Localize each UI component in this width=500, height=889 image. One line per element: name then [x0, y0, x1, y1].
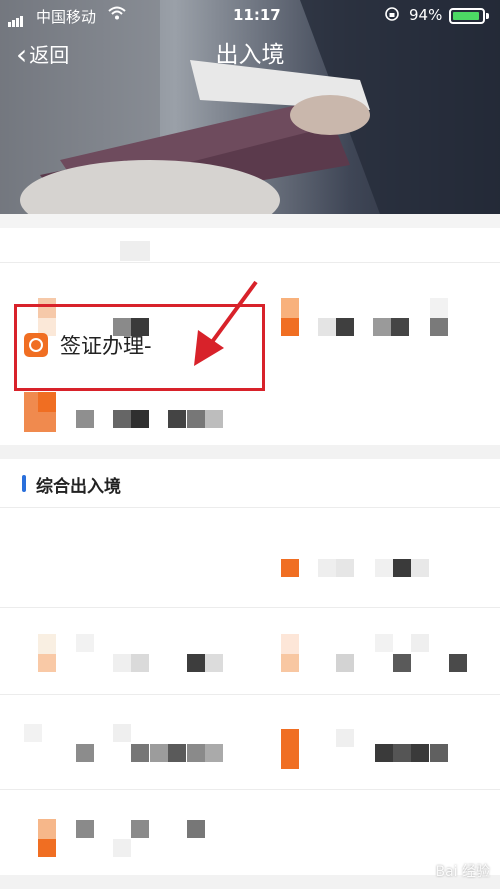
carrier-name: 中国移动	[36, 8, 97, 26]
blurred-block	[120, 241, 150, 261]
status-bar: 中国移动 11:17 94%	[0, 0, 500, 30]
blurred-service-icon[interactable]	[38, 634, 56, 654]
blurred-service-icon[interactable]	[281, 559, 299, 577]
visa-icon	[24, 333, 48, 357]
rotation-lock-icon	[384, 6, 400, 26]
blurred-service-icon[interactable]	[281, 729, 299, 769]
blurred-service-icon[interactable]	[281, 634, 299, 654]
section-title-comprehensive-entry-exit: 综合出入境	[22, 472, 121, 497]
baidu-watermark: Bai 经验	[435, 864, 490, 880]
signal-strength-icon	[8, 9, 24, 27]
wifi-icon	[108, 6, 126, 24]
page-title: 出入境	[215, 42, 285, 68]
red-arrow-annotation	[194, 280, 258, 366]
navigation-bar: ‹ 返回 出入境	[0, 32, 500, 80]
clock-time: 11:17	[233, 6, 281, 24]
visa-service-item[interactable]: 签证办理-	[24, 330, 152, 360]
blurred-service-icon[interactable]	[38, 819, 56, 839]
visa-service-label: 签证办理-	[60, 334, 152, 358]
battery-percentage: 94%	[409, 6, 443, 24]
blurred-service-icon[interactable]	[24, 724, 42, 742]
blurred-service-icon[interactable]	[281, 298, 299, 318]
battery-icon	[449, 8, 489, 24]
